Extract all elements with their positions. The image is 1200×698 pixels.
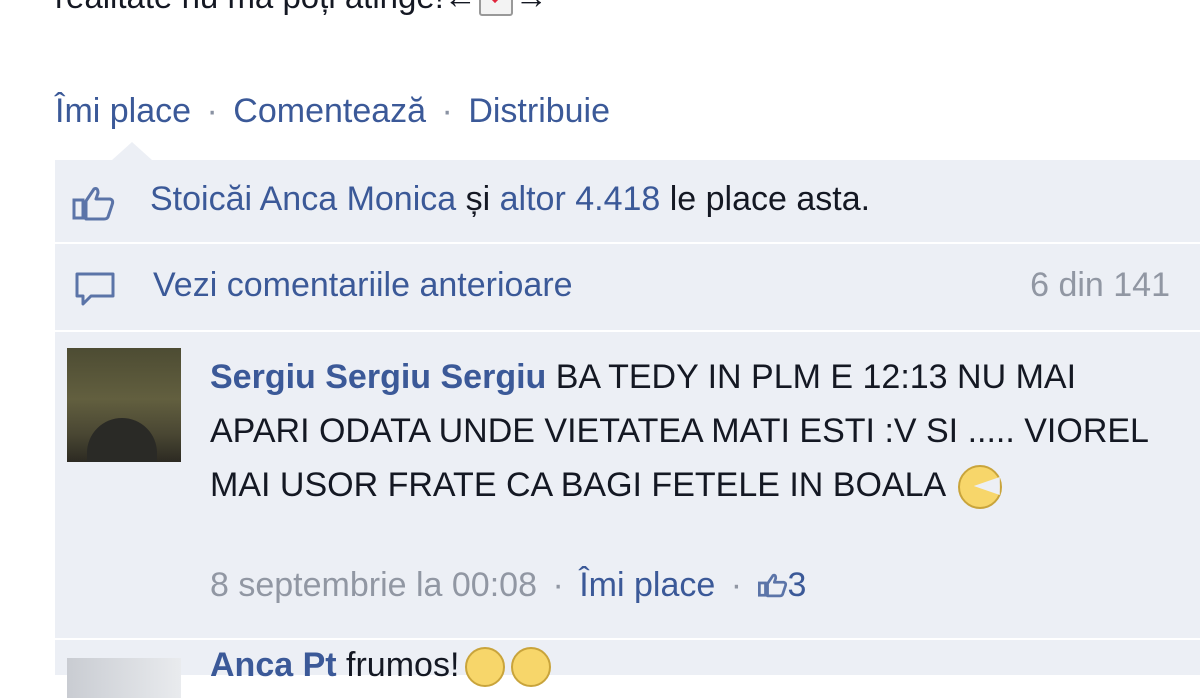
smile-emoji-icon bbox=[511, 647, 552, 688]
comment-action-link[interactable]: Comentează bbox=[233, 92, 426, 130]
likes-summary-row: Stoicăi Anca Monica și altor 4.418 le pl… bbox=[55, 160, 1200, 242]
divider bbox=[55, 242, 1200, 244]
likes-summary-text: Stoicăi Anca Monica și altor 4.418 le pl… bbox=[150, 180, 870, 219]
comment-item: Anca Pt frumos! bbox=[55, 640, 1200, 698]
separator: · bbox=[206, 92, 218, 130]
share-action-link[interactable]: Distribuie bbox=[468, 92, 610, 130]
view-previous-comments-link[interactable]: Vezi comentariile anterioare bbox=[153, 266, 573, 305]
post-text-tail: realitate nu mă poți atinge! bbox=[55, 0, 444, 15]
arrow-left-glyph: ← bbox=[444, 0, 477, 15]
likes-conjunction: și bbox=[456, 180, 500, 218]
comment-timestamp[interactable]: 8 septembrie la 00:08 bbox=[210, 566, 537, 604]
likes-suffix: le place asta. bbox=[660, 180, 871, 218]
avatar[interactable] bbox=[67, 658, 181, 698]
comment-meta: 8 septembrie la 00:08 · Îmi place · 3 bbox=[210, 566, 806, 605]
comment-author-link[interactable]: Sergiu Sergiu Sergiu bbox=[210, 358, 546, 396]
comment-body: Sergiu Sergiu Sergiu BA TEDY IN PLM E 12… bbox=[210, 350, 1170, 512]
comment-item: Sergiu Sergiu Sergiu BA TEDY IN PLM E 12… bbox=[55, 334, 1200, 634]
liker-name-link[interactable]: Stoicăi Anca Monica bbox=[150, 180, 456, 218]
comment-author-link[interactable]: Anca Pt bbox=[210, 646, 337, 684]
divider bbox=[55, 330, 1200, 332]
ufi-caret bbox=[112, 142, 152, 160]
separator: · bbox=[552, 566, 564, 604]
comment-like-count[interactable]: 3 bbox=[788, 566, 807, 604]
like-action-link[interactable]: Îmi place bbox=[55, 92, 191, 130]
other-likers-link[interactable]: altor 4.418 bbox=[500, 180, 661, 218]
comment-like-link[interactable]: Îmi place bbox=[579, 566, 715, 604]
post-actions: Îmi place · Comentează · Distribuie bbox=[55, 92, 610, 131]
arrow-right-glyph: → bbox=[515, 0, 548, 15]
comment-text: frumos! bbox=[336, 646, 460, 684]
comment-bubble-icon bbox=[75, 272, 115, 306]
smile-emoji-icon bbox=[465, 647, 506, 688]
comments-count: 6 din 141 bbox=[1030, 266, 1170, 304]
thumbs-up-icon bbox=[72, 187, 115, 221]
avatar[interactable] bbox=[67, 348, 181, 462]
comment-body: Anca Pt frumos! bbox=[210, 646, 552, 688]
feedback-panel: Stoicăi Anca Monica și altor 4.418 le pl… bbox=[55, 160, 1200, 698]
small-thumbs-up-icon bbox=[757, 573, 787, 598]
post-text: realitate nu mă poți atinge!← → bbox=[55, 0, 548, 17]
separator: · bbox=[730, 566, 743, 604]
grin-emoji-icon bbox=[957, 465, 1002, 510]
heart-emoji-icon bbox=[478, 0, 513, 17]
separator: · bbox=[441, 92, 453, 130]
